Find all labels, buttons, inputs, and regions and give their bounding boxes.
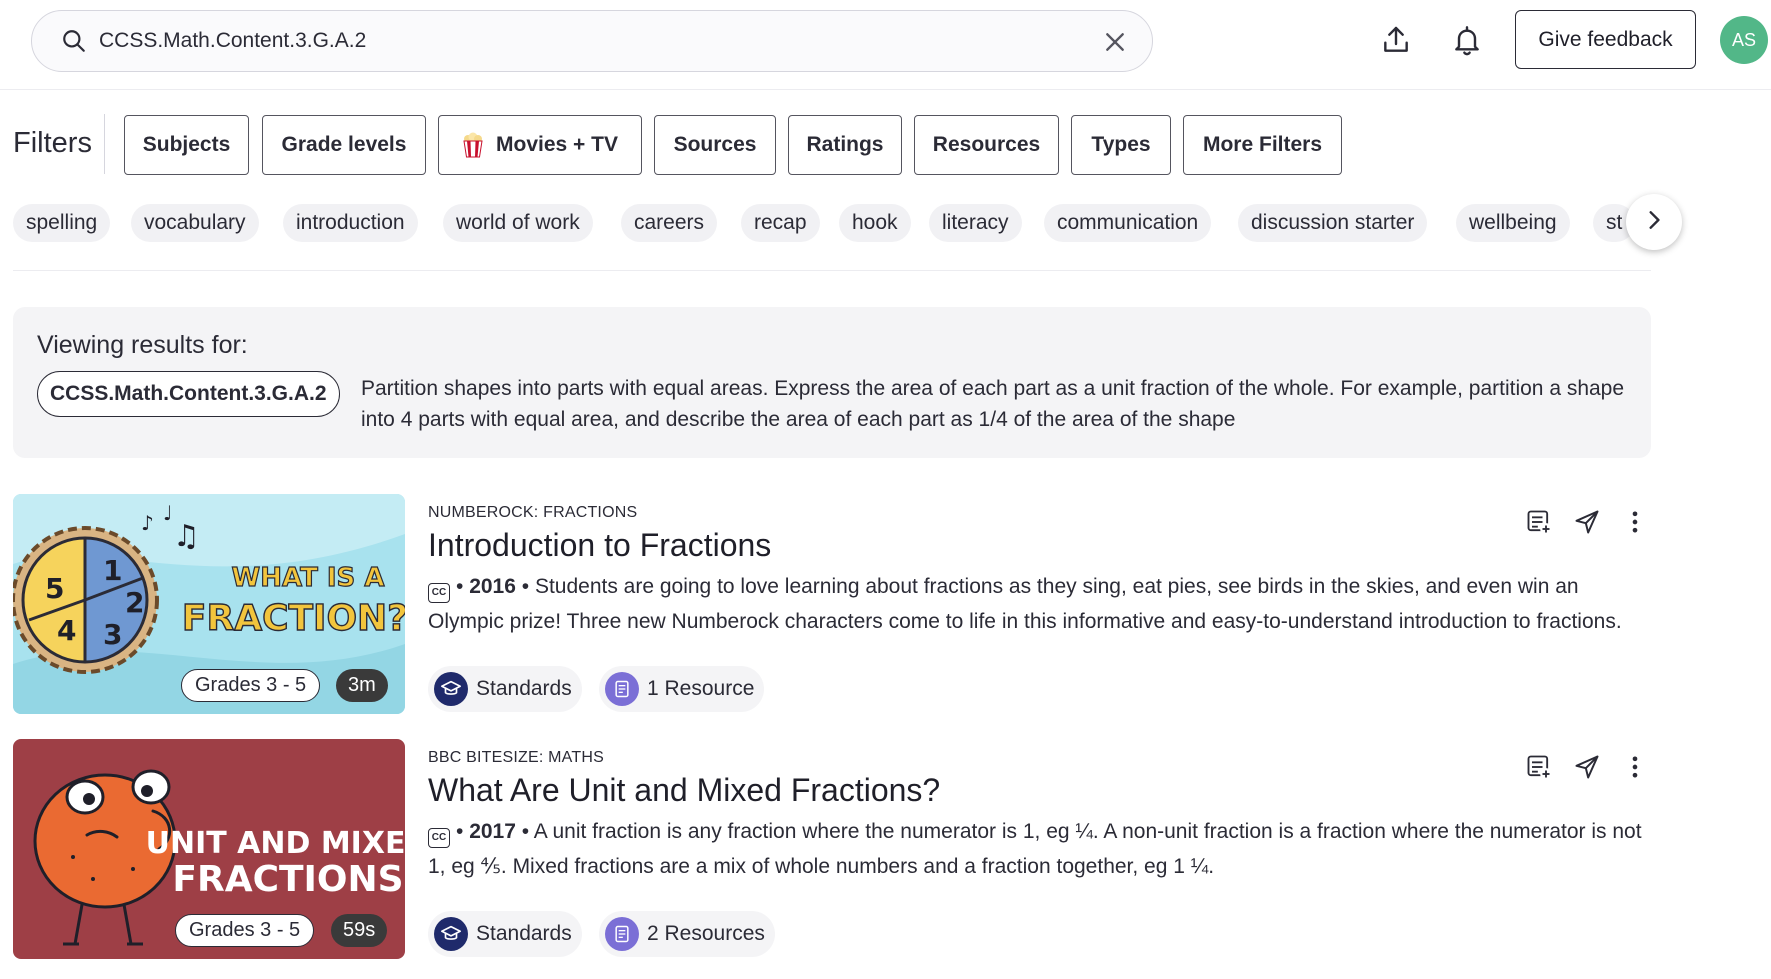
document-icon [605,917,639,951]
chip-vocabulary[interactable]: vocabulary [131,204,259,242]
result-title[interactable]: What Are Unit and Mixed Fractions? [428,772,940,809]
result-title[interactable]: Introduction to Fractions [428,527,771,564]
grade-level-badge: Grades 3 - 5 [175,914,315,947]
filter-types-button[interactable]: Types [1071,115,1171,175]
standard-code-pill[interactable]: CCSS.Math.Content.3.G.A.2 [37,371,340,417]
filter-sources-button[interactable]: Sources [654,115,776,175]
viewing-results-label: Viewing results for: [37,331,248,359]
filter-movies-tv-button[interactable]: Movies + TV [438,115,642,175]
chip-literacy[interactable]: literacy [929,204,1022,242]
graduation-cap-icon [434,672,468,706]
result-card: UNIT AND MIXED FRACTIONS Grades 3 - 5 59… [13,739,1651,961]
bell-icon[interactable] [1447,20,1487,60]
thumbnail-title-line-2: FRACTIONS [172,859,403,900]
chip-hook[interactable]: hook [839,204,911,242]
chip-careers[interactable]: careers [621,204,718,242]
give-feedback-button[interactable]: Give feedback [1515,10,1696,69]
pie-number: 3 [103,618,122,651]
popcorn-icon [462,132,484,158]
standard-description: Partition shapes into parts with equal a… [361,377,1625,431]
resources-tag[interactable]: 2 Resources [599,911,775,957]
resources-tag-label: 1 Resource [647,677,755,700]
chip-communication[interactable]: communication [1044,204,1212,242]
more-filters-button[interactable]: More Filters [1183,115,1342,175]
pie-number: 4 [57,614,76,647]
result-card: 1 2 3 4 5 ♪ ♩ ♫ WHAT IS A FRACTION? Grad… [13,494,1651,716]
playlist-add-icon[interactable] [1519,747,1559,787]
chip-recap[interactable]: recap [741,204,820,242]
result-description-text: A unit fraction is any fraction where th… [428,820,1642,878]
chip-introduction[interactable]: introduction [283,204,418,242]
result-description: CC • 2016 • Students are going to love le… [428,575,1622,633]
filter-resources-button[interactable]: Resources [914,115,1059,175]
chevron-right-icon [1643,209,1665,236]
filter-ratings-button[interactable]: Ratings [788,115,902,175]
thumbnail-title-line-2: FRACTION? [182,598,405,639]
resources-tag[interactable]: 1 Resource [599,666,765,712]
avatar[interactable]: AS [1720,16,1768,64]
filter-grade-levels-button[interactable]: Grade levels [262,115,426,175]
video-thumbnail[interactable]: UNIT AND MIXED FRACTIONS Grades 3 - 5 59… [13,739,405,959]
svg-text:♫: ♫ [173,519,200,554]
pie-number: 2 [125,586,144,619]
upload-icon[interactable] [1376,20,1416,60]
thumbnail-title-line-1: WHAT IS A [232,563,385,593]
send-icon[interactable] [1567,747,1607,787]
standards-tag[interactable]: Standards [428,666,582,712]
search-icon [59,26,89,56]
video-thumbnail[interactable]: 1 2 3 4 5 ♪ ♩ ♫ WHAT IS A FRACTION? Grad… [13,494,405,714]
closed-captions-icon: CC [428,582,450,603]
filter-movies-tv-label: Movies + TV [496,133,618,156]
more-vertical-icon[interactable] [1615,747,1655,787]
chips-divider [13,270,1651,271]
viewing-results-panel: Viewing results for: CCSS.Math.Content.3… [13,307,1651,458]
graduation-cap-icon [434,917,468,951]
closed-captions-icon: CC [428,827,450,848]
tag-chips-row: spelling vocabulary introduction world o… [13,204,1685,242]
result-source: BBC BITESIZE: MATHS [428,749,604,766]
result-year: 2016 [469,575,516,598]
svg-text:♩: ♩ [163,501,172,525]
search-bar[interactable] [31,10,1153,72]
standards-tag[interactable]: Standards [428,911,582,957]
duration-badge: 3m [336,669,388,702]
thumbnail-title-line-1: UNIT AND MIXED [146,826,405,861]
grade-level-badge: Grades 3 - 5 [181,669,321,702]
result-description-text: Students are going to love learning abou… [428,575,1622,633]
standards-tag-label: Standards [476,922,572,945]
chip-discussion-starter[interactable]: discussion starter [1238,204,1428,242]
svg-text:♪: ♪ [141,511,154,535]
pie-number: 1 [103,554,122,587]
result-description: CC • 2017 • A unit fraction is any fracti… [428,820,1642,878]
playlist-add-icon[interactable] [1519,502,1559,542]
result-source: NUMBEROCK: FRACTIONS [428,504,638,521]
document-icon [605,672,639,706]
filter-subjects-button[interactable]: Subjects [124,115,249,175]
chips-scroll-next-button[interactable] [1626,194,1682,250]
chip-spelling[interactable]: spelling [13,204,111,242]
chip-world-of-work[interactable]: world of work [443,204,593,242]
send-icon[interactable] [1567,502,1607,542]
chip-wellbeing[interactable]: wellbeing [1456,204,1570,242]
result-year: 2017 [469,820,516,843]
filters-label: Filters [13,127,92,159]
more-vertical-icon[interactable] [1615,502,1655,542]
top-bar: Give feedback AS [0,0,1771,90]
filters-divider [104,114,105,174]
resources-tag-label: 2 Resources [647,922,765,945]
duration-badge: 59s [331,914,388,947]
standards-tag-label: Standards [476,677,572,700]
pie-number: 5 [45,572,64,605]
close-icon[interactable] [1100,27,1130,57]
search-input[interactable] [99,21,1079,61]
